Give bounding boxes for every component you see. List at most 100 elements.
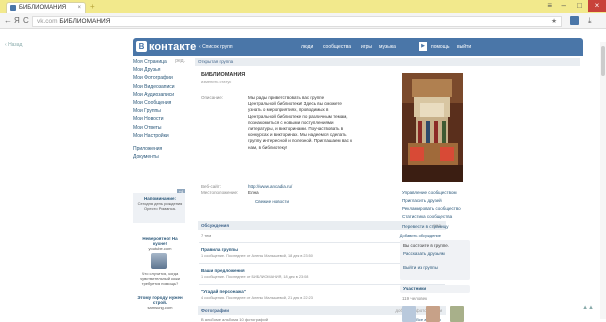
topic-meta: 1 сообщение. Последнее от БИБЛИОМАНИЯ, 1…	[201, 275, 309, 279]
sidebar: ред. Моя Страница Мои Друзья Мои Фотогра…	[133, 58, 185, 310]
member-avatar[interactable]	[426, 306, 440, 322]
sidebar-item-apps[interactable]: Приложения	[133, 145, 185, 153]
back-link[interactable]: ‹ Назад	[5, 42, 22, 48]
nav-music[interactable]: музыка	[379, 43, 396, 51]
members-header: Участники	[400, 285, 470, 293]
back-arrow-icon[interactable]: ←	[4, 16, 12, 26]
topic-title[interactable]: Правила группы	[201, 247, 238, 252]
community-stats-link[interactable]: Статистика сообщества	[402, 214, 452, 219]
page-scrollbar[interactable]	[600, 42, 606, 319]
topic-meta: 1 сообщение. Последнее от Алены Малышево…	[201, 254, 313, 258]
sidebar-item-answers[interactable]: Мои Ответы	[133, 124, 185, 132]
description-label: Описание:	[201, 95, 223, 100]
sidebar-item-photos[interactable]: Мои Фотографии	[133, 74, 185, 82]
location-label: Местоположение:	[201, 190, 239, 195]
nav-communities[interactable]: сообщества	[323, 43, 351, 51]
yandex-icon[interactable]: Я	[14, 16, 20, 26]
scrollbar-thumb[interactable]	[601, 46, 605, 76]
close-tab-icon[interactable]: ×	[77, 3, 81, 13]
vk-logo-icon: В	[136, 41, 147, 52]
member-avatar[interactable]	[402, 306, 416, 322]
ad1-text[interactable]: Что случится, когда чувствительный кожи …	[135, 271, 185, 286]
members-count: 119 человек	[402, 296, 428, 301]
reload-icon[interactable]: C	[23, 16, 29, 26]
ad1-image[interactable]	[151, 253, 167, 269]
extension-icon[interactable]	[570, 16, 579, 25]
sidebar-item-messages[interactable]: Мои Сообщения	[133, 99, 185, 107]
groups-list-label: Список групп	[202, 44, 233, 50]
maximize-icon[interactable]: □	[577, 1, 582, 11]
advertise-community-link[interactable]: Рекламировать сообщество	[402, 206, 461, 211]
group-status-link[interactable]: изменить статус	[201, 79, 231, 84]
sidebar-item-videos[interactable]: Мои Видеозаписи	[133, 83, 185, 91]
sidebar-edit-link[interactable]: ред.	[175, 58, 185, 64]
sidebar-item-friends[interactable]: Мои Друзья	[133, 66, 185, 74]
tab-title: БИБЛИОМАНИЯ	[19, 5, 67, 11]
member-avatar[interactable]	[450, 306, 464, 322]
play-icon[interactable]: ▶	[419, 42, 427, 51]
back-label: Назад	[8, 42, 23, 48]
topic-title[interactable]: Ваши предложения	[201, 268, 245, 273]
ad2-domain: samsung.com	[147, 305, 173, 310]
sidebar-item-news[interactable]: Мои Новости	[133, 115, 185, 123]
nav-people[interactable]: люди	[301, 43, 313, 51]
ad-block-2[interactable]: Этому городу нужен строй. samsung.com	[135, 295, 185, 310]
minimize-icon[interactable]: –	[562, 1, 566, 11]
membership-box: Вы состоите в группе. Рассказать друзьям…	[400, 240, 470, 280]
news-link[interactable]: Свежие новости	[255, 199, 289, 204]
url-field[interactable]: vk.com БИБЛИОМАНИЯ ★	[32, 16, 562, 27]
member-status: Вы состоите в группе.	[403, 243, 449, 248]
ad-block-1[interactable]: Невероятно! На кухне! youtube.com	[135, 236, 185, 251]
groups-list-link[interactable]: ‹ Список групп	[199, 43, 233, 51]
vk-favicon	[10, 5, 16, 11]
vk-logo-text: контакте	[149, 41, 197, 53]
new-tab-button[interactable]: +	[90, 2, 95, 12]
description-text: Мы рады приветствовать вас группе Центра…	[248, 95, 353, 150]
sidebar-item-documents[interactable]: Документы	[133, 153, 185, 161]
topic-meta: 4 сообщения. Последнее от Алены Малышево…	[201, 296, 313, 300]
vk-header: Вконтакте ‹ Список групп люди сообщества…	[133, 38, 583, 56]
browser-tab[interactable]: БИБЛИОМАНИЯ ×	[6, 2, 86, 13]
menu-icon[interactable]: ≡	[547, 1, 552, 11]
star-icon[interactable]: ★	[551, 17, 557, 26]
page-title: БИБЛИОМАНИЯ	[201, 72, 246, 78]
ad1-domain: youtube.com	[148, 246, 172, 251]
url-host: vk.com	[37, 18, 58, 25]
vk-page: Вконтакте ‹ Список групп люди сообщества…	[133, 38, 583, 322]
photos-label[interactable]: Фотографии	[201, 308, 229, 313]
nav-help[interactable]: помощь	[431, 43, 449, 51]
discussions-count: 7 тем	[201, 233, 212, 238]
window-close-icon[interactable]: ×	[588, 0, 606, 12]
invite-friends-link[interactable]: Пригласить друзей	[402, 198, 442, 203]
book-figure-image	[402, 73, 463, 182]
download-icon[interactable]: ⤓	[588, 16, 592, 26]
convert-to-page-link[interactable]: Перевести в страницу	[402, 224, 448, 229]
scroll-up-icon[interactable]: ▲▲	[582, 305, 594, 311]
sidebar-item-groups[interactable]: Мои Группы	[133, 107, 185, 115]
sidebar-item-audio[interactable]: Мои Аудиозаписи	[133, 91, 185, 99]
members-label[interactable]: Участники	[403, 286, 426, 291]
browser-tab-bar: БИБЛИОМАНИЯ × + ≡ – □ ×	[0, 0, 606, 13]
nav-games[interactable]: игры	[361, 43, 372, 51]
sidebar-item-settings[interactable]: Мои Настройки	[133, 132, 185, 140]
leave-group-link[interactable]: Выйти из группы	[403, 265, 438, 270]
group-avatar[interactable]	[402, 73, 463, 182]
location-value: Елна	[248, 190, 259, 195]
nav-logout[interactable]: выйти	[457, 43, 471, 51]
ad2-title[interactable]: Этому городу нужен строй.	[135, 295, 185, 305]
add-discussion-link[interactable]: Добавить обсуждение	[400, 233, 441, 238]
reminder-box: Напоминание: Сегодня день рождения Оресто…	[133, 193, 185, 223]
url-title: БИБЛИОМАНИЯ	[59, 18, 111, 25]
tell-friends-link[interactable]: Рассказать друзьям	[403, 251, 445, 256]
vk-logo[interactable]: Вконтакте	[136, 40, 196, 54]
website-link[interactable]: http://www.ancadia.ru/	[248, 184, 292, 189]
manage-community-link[interactable]: Управление сообществом	[402, 190, 457, 195]
address-bar: ← Я C vk.com БИБЛИОМАНИЯ ★ ⤓	[0, 13, 606, 29]
photos-count: В альбоме альбома 10 фотографий	[201, 317, 268, 322]
topic-title[interactable]: "Угадай персонажа"	[201, 289, 246, 294]
discussions-label[interactable]: Обсуждения	[201, 223, 229, 228]
discussions-summary: 7 тем Добавить обсуждение	[201, 233, 445, 238]
ad1-title[interactable]: Невероятно! На кухне!	[135, 236, 185, 246]
reminder-text[interactable]: Сегодня день рождения Оресто Романса.	[135, 201, 185, 211]
right-header-bar	[396, 58, 580, 66]
